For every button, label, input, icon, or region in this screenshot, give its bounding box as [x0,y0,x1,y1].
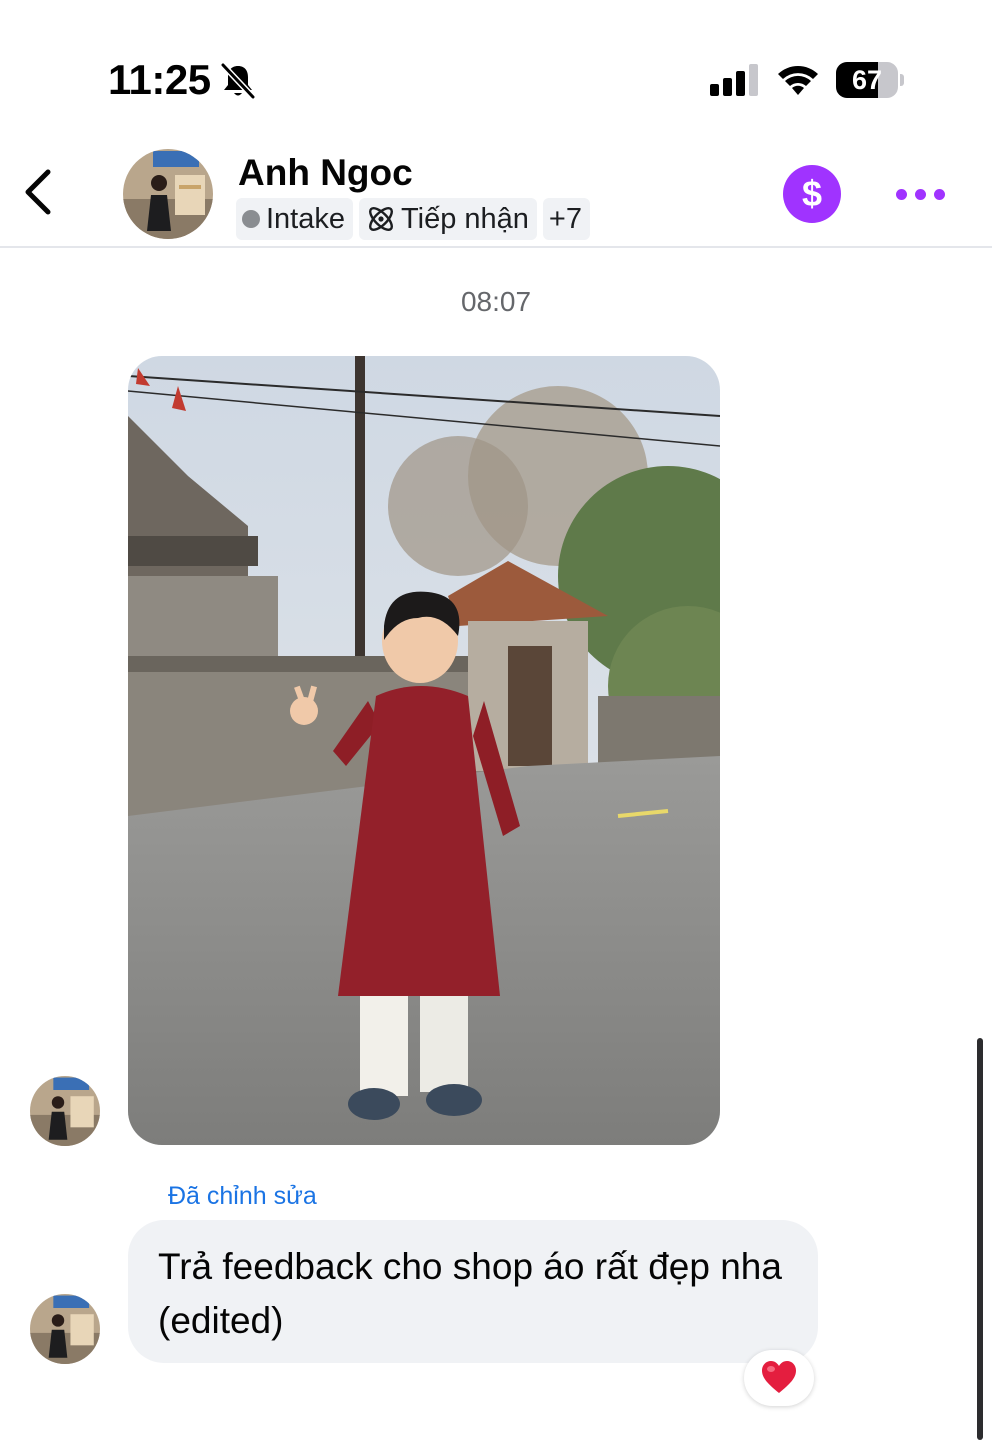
more-options-icon[interactable] [896,182,946,206]
more-dot [915,188,926,200]
tag-more-count[interactable]: +7 [542,198,590,240]
avatar-image [123,149,213,239]
photo-attachment[interactable] [128,356,720,1145]
contact-avatar[interactable] [123,149,213,239]
avatar-image [30,1076,100,1146]
more-dot [934,188,945,200]
tag-tiep-nhan[interactable]: Tiếp nhận [359,198,537,240]
battery-level: 67 [851,65,883,95]
back-chevron-icon[interactable] [16,164,66,220]
tag-label: Intake [266,202,345,235]
sender-avatar[interactable] [30,1076,100,1146]
battery-icon: 67 [836,62,904,98]
conversation-header: Anh Ngoc Intake Tiếp nhận +7 $ [0,130,992,248]
atom-icon [369,207,393,231]
message-reaction[interactable] [744,1350,814,1406]
edited-label[interactable]: Đã chỉnh sửa [168,1182,317,1211]
avatar-image [30,1294,100,1364]
status-bar: 11:25 67 [0,0,992,130]
heart-icon [762,1361,796,1393]
photo-image [128,356,720,1145]
message-timestamp: 08:07 [460,286,532,317]
cellular-signal-icon [710,64,758,96]
status-time: 11:25 [108,56,211,103]
contact-tags: Intake Tiếp nhận +7 [236,198,590,240]
tag-label: Tiếp nhận [401,202,529,235]
more-dot [896,188,907,200]
wifi-icon [778,66,818,95]
contact-name[interactable]: Anh Ngoc [238,152,413,194]
scrollbar[interactable] [977,1038,983,1440]
tag-label: +7 [548,202,582,235]
payment-button[interactable]: $ [783,165,841,223]
bell-slash-icon [220,62,256,100]
battery-body: 67 [836,62,898,98]
message-text: Trả feedback cho shop áo rất đẹp nha (ed… [158,1246,782,1341]
sender-avatar[interactable] [30,1294,100,1364]
tag-intake[interactable]: Intake [236,198,353,240]
battery-cap [900,74,904,86]
gray-dot-icon [242,210,260,228]
message-bubble[interactable]: Trả feedback cho shop áo rất đẹp nha (ed… [128,1220,818,1363]
dollar-icon: $ [801,173,823,214]
